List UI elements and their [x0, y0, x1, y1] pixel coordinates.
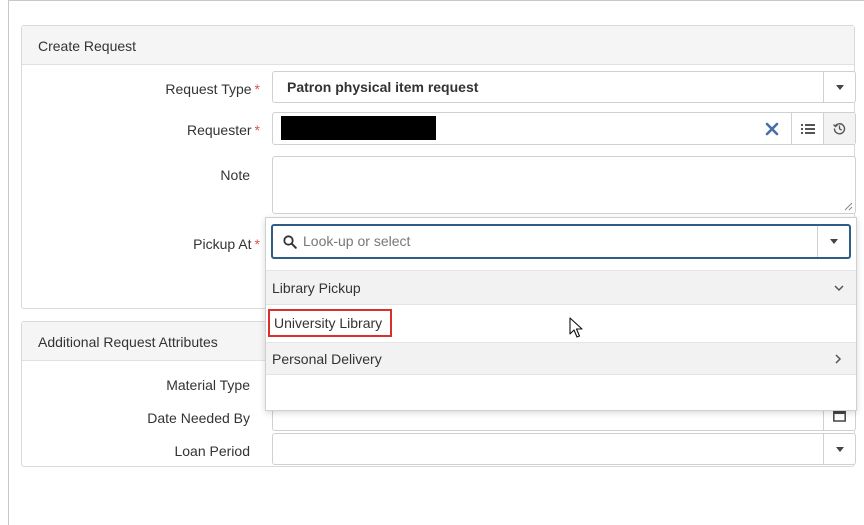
note-label: Note [220, 167, 250, 183]
request-type-label: Request Type * [165, 81, 260, 97]
chevron-down-icon [835, 446, 844, 452]
chevron-down-icon [834, 285, 844, 292]
requester-redacted-value [281, 116, 436, 140]
pickup-at-label: Pickup At * [193, 236, 260, 252]
close-icon [765, 122, 779, 135]
mouse-cursor-icon [569, 317, 583, 338]
history-icon [833, 123, 846, 135]
search-icon [283, 235, 297, 249]
dropdown-option-label: University Library [268, 309, 393, 337]
loan-period-select[interactable] [272, 433, 856, 465]
dropdown-group-label: Library Pickup [272, 279, 361, 296]
chevron-down-icon [829, 239, 838, 244]
chevron-down-icon [835, 84, 844, 90]
requester-list-button[interactable] [791, 113, 823, 144]
dropdown-group-personal-delivery[interactable]: Personal Delivery [266, 342, 856, 375]
requester-field[interactable] [272, 112, 856, 145]
clear-requester-button[interactable] [753, 113, 791, 144]
chevron-right-icon [835, 354, 842, 364]
pickup-at-dropdown: Look-up or select Library Pickup Univers… [265, 217, 857, 411]
resize-handle-icon[interactable] [844, 202, 853, 211]
dropdown-group-library-pickup[interactable]: Library Pickup [266, 270, 856, 305]
pickup-at-dropdown-button[interactable] [817, 226, 849, 257]
page-frame: Create Request Request Type * Patron phys… [8, 0, 864, 525]
loan-period-label: Loan Period [174, 443, 250, 459]
requester-history-button[interactable] [823, 113, 855, 144]
request-type-dropdown-button[interactable] [823, 72, 855, 102]
request-type-value: Patron physical item request [287, 79, 479, 95]
loan-period-dropdown-button[interactable] [823, 434, 855, 464]
dropdown-group-label: Personal Delivery [272, 350, 382, 367]
pickup-at-placeholder: Look-up or select [303, 233, 411, 249]
material-type-label: Material Type [166, 377, 250, 393]
date-needed-by-label: Date Needed By [147, 410, 250, 426]
create-request-title: Create Request [22, 26, 854, 65]
list-icon [800, 123, 815, 134]
note-textarea[interactable] [272, 156, 856, 214]
requester-label: Requester * [186, 122, 260, 138]
pickup-at-search-input[interactable]: Look-up or select [271, 224, 851, 259]
request-type-select[interactable]: Patron physical item request [272, 71, 856, 103]
dropdown-option-university-library[interactable]: University Library [266, 306, 856, 342]
